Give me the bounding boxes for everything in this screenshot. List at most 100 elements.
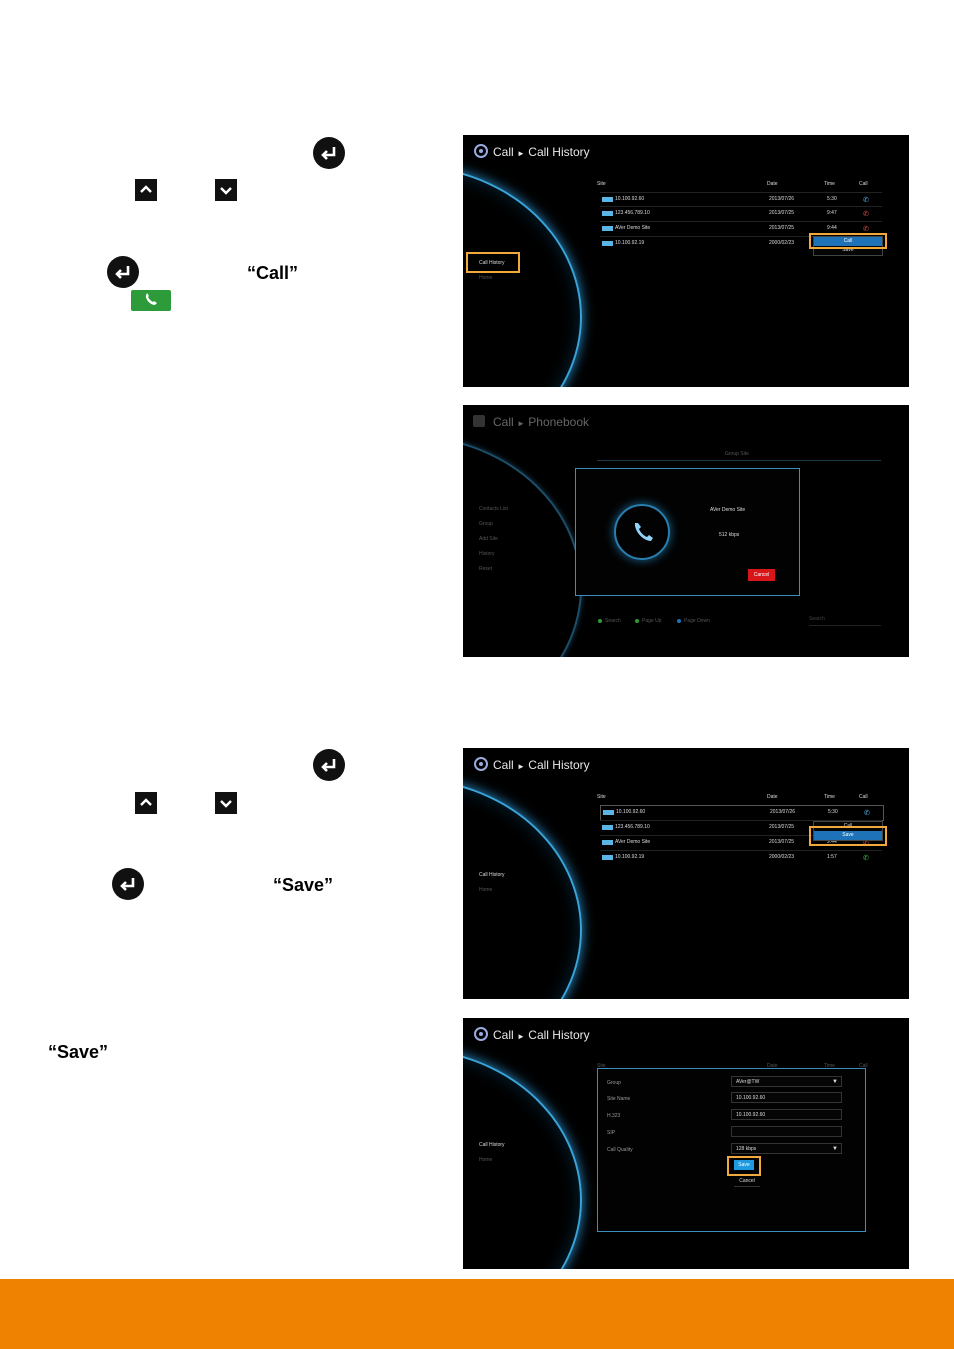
row-time: 9:47 (827, 210, 837, 216)
highlight-box (466, 252, 520, 273)
chevron-down-icon: ▼ (832, 1146, 838, 1152)
chevron-down-icon: ▼ (832, 1079, 838, 1085)
row-date: 2000/02/23 (769, 854, 795, 860)
breadcrumb-page: Phonebook (528, 415, 590, 429)
row-date: 2013/07/25 (769, 225, 795, 231)
site-tag-icon (603, 810, 614, 815)
table-row[interactable]: 123.456.789.10 2013/07/25 9:47 ✆ (600, 206, 882, 221)
breadcrumb-arrow-icon: ► (517, 762, 525, 771)
up-arrow-icon (135, 179, 157, 201)
save-site-dialog: Group AVer@TW ▼ Site Name 10.100.92.60 H… (597, 1068, 866, 1232)
breadcrumb-page: Call History (528, 1028, 590, 1042)
page-down-key-icon (677, 619, 681, 623)
row-site: 10.100.92.60 (616, 809, 646, 815)
row-date: 2000/02/23 (769, 240, 795, 246)
row-date: 2013/07/26 (770, 809, 796, 815)
site-name-field[interactable]: 10.100.92.60 (731, 1092, 842, 1103)
sip-label: SIP (607, 1130, 616, 1136)
call-option-label: “Call” (247, 263, 299, 283)
incoming-call-icon: ✆ (863, 197, 869, 204)
table-row[interactable]: 10.100.92.60 2013/07/26 5:30 ✆ (600, 192, 882, 207)
breadcrumb: Call ► Call History (493, 758, 590, 772)
missed-call-icon: ✆ (863, 226, 869, 233)
menu-item-add-site[interactable]: Add Site (479, 536, 498, 542)
dialog-site-name: AVer Demo Site (710, 507, 746, 513)
breadcrumb-arrow-icon: ► (517, 1032, 525, 1041)
enter-button-icon (112, 868, 144, 900)
menu-item-history[interactable]: History (479, 551, 495, 557)
breadcrumb-page: Call History (528, 758, 590, 772)
breadcrumb: Call ► Call History (493, 1028, 590, 1042)
site-tag-icon (602, 241, 613, 246)
site-tag-icon (602, 211, 613, 216)
column-site: Site (597, 794, 606, 800)
call-quality-select[interactable]: 128 kbps ▼ (731, 1143, 842, 1154)
dialog-call-rate: 512 kbps (719, 532, 740, 538)
row-time: 9:44 (827, 225, 837, 231)
menu-item-home[interactable]: Home (479, 275, 492, 281)
calling-dialog: AVer Demo Site 512 kbps Cancel (575, 468, 800, 596)
column-call: Call (859, 794, 868, 800)
call-quality-value: 128 kbps (736, 1146, 757, 1152)
menu-item-call-history[interactable]: Call History (479, 1142, 505, 1148)
row-site: 10.100.92.60 (615, 196, 645, 202)
table-row[interactable]: 10.100.92.19 2000/02/23 1:57 ✆ (600, 850, 882, 865)
breadcrumb-arrow-icon: ► (517, 149, 525, 158)
phonebook-logo-icon (473, 415, 485, 427)
save-form-screenshot: Call ► Call History Call History Home Si… (463, 1018, 909, 1269)
call-quality-label: Call Quality (607, 1147, 633, 1153)
enter-button-icon (313, 749, 345, 781)
call-button-icon (131, 290, 171, 311)
menu-item-home[interactable]: Home (479, 887, 492, 893)
site-tag-icon (602, 855, 613, 860)
calling-phone-icon (614, 504, 670, 560)
footer-page-down: Page Down (684, 618, 710, 624)
sip-field[interactable] (731, 1126, 842, 1137)
site-tag-icon (602, 226, 613, 231)
up-arrow-icon (135, 792, 157, 814)
row-site: 123.456.789.10 (615, 824, 650, 830)
cancel-button[interactable]: Cancel (748, 569, 775, 581)
menu-item-home[interactable]: Home (479, 1157, 492, 1163)
search-key-icon (598, 619, 602, 623)
down-arrow-icon (215, 792, 237, 814)
row-date: 2013/07/25 (769, 839, 795, 845)
site-tag-icon (602, 840, 613, 845)
h323-label: H.323 (607, 1113, 621, 1119)
highlight-box (727, 1156, 761, 1176)
row-time: 5:30 (828, 809, 838, 815)
incoming-call-icon: ✆ (864, 810, 870, 817)
menu-item-reset[interactable]: Reset (479, 566, 492, 572)
h323-field[interactable]: 10.100.92.60 (731, 1109, 842, 1120)
highlight-box (809, 233, 887, 249)
phone-logo-icon (474, 144, 488, 158)
breadcrumb-call: Call (493, 145, 514, 159)
row-date: 2013/07/25 (769, 210, 795, 216)
row-date: 2013/07/25 (769, 824, 795, 830)
enter-button-icon (313, 137, 345, 169)
menu-item-contacts[interactable]: Contacts List (479, 506, 508, 512)
save-option-label: “Save” (273, 875, 334, 895)
column-call: Call (859, 181, 868, 187)
row-site: AVer Demo Site (615, 225, 651, 231)
down-arrow-icon (215, 179, 237, 201)
menu-item-group[interactable]: Group (479, 521, 493, 527)
row-date: 2013/07/26 (769, 196, 795, 202)
group-select[interactable]: AVer@TW ▼ (731, 1076, 842, 1087)
row-time: 1:57 (827, 854, 837, 860)
table-row[interactable]: 10.100.92.60 2013/07/26 5:30 ✆ (600, 805, 884, 821)
row-time: 5:30 (827, 196, 837, 202)
menu-item-call-history[interactable]: Call History (479, 872, 505, 878)
column-time: Time (824, 794, 835, 800)
breadcrumb: Call ► Call History (493, 145, 590, 159)
row-site: 10.100.92.19 (615, 240, 645, 246)
search-input[interactable]: Search (809, 616, 881, 626)
highlight-box (809, 826, 887, 846)
column-date: Date (767, 181, 778, 187)
breadcrumb-page: Call History (528, 145, 590, 159)
missed-call-icon: ✆ (863, 211, 869, 218)
breadcrumb: Call ► Phonebook (493, 415, 589, 429)
footer-page-up: Page Up (642, 618, 662, 624)
cancel-button[interactable]: Cancel (734, 1176, 760, 1187)
tab-group-site[interactable]: Group Site (725, 451, 749, 457)
